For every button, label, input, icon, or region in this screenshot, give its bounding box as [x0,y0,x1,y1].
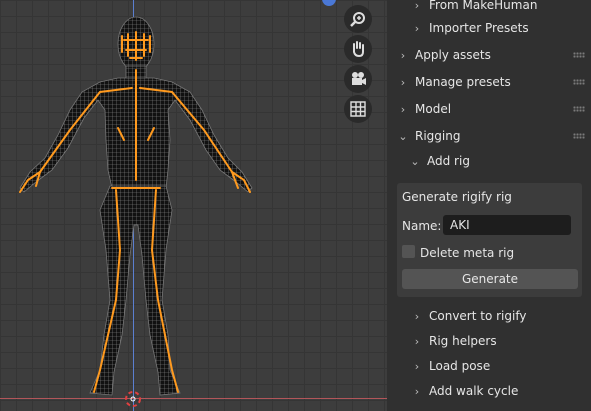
panel-item-rigging[interactable]: ⌄ Rigging [397,125,591,147]
panel-item-label: Load pose [429,359,491,373]
chevron-down-icon: ⌄ [398,129,408,143]
panel-item-label: Manage presets [415,75,511,89]
zoom-button[interactable] [344,5,372,33]
generate-rigify-title: Generate rigify rig [402,190,512,204]
sidebar-panel: › From MakeHuman › Importer Presets › Ap… [387,0,591,411]
chevron-right-icon: › [414,359,420,373]
grid-icon [350,101,366,117]
panel-item-label: Convert to rigify [429,309,527,323]
zoom-icon [350,12,365,27]
chevron-right-icon: › [400,48,406,62]
chevron-right-icon: › [400,75,406,89]
chevron-right-icon: › [414,384,420,398]
panel-item-label: Rig helpers [429,334,497,348]
drag-handle-icon[interactable] [573,106,585,112]
drag-handle-icon[interactable] [573,52,585,58]
hand-icon [353,41,364,58]
panel-item-label: Add rig [427,154,470,168]
3d-cursor-icon[interactable] [124,390,142,408]
pan-button[interactable] [344,35,372,63]
rig-name-input[interactable]: AKI [443,215,571,235]
panel-item-model[interactable]: › Model [397,98,591,120]
name-label: Name: [402,219,442,233]
panel-item-from-makehuman[interactable]: › From MakeHuman [411,0,538,16]
generate-button[interactable]: Generate [402,269,578,289]
chevron-right-icon: › [414,0,420,12]
drag-handle-icon[interactable] [573,133,585,139]
camera-icon [352,72,366,85]
panel-item-add-rig[interactable]: ⌄ Add rig [409,150,470,172]
human-model[interactable] [0,0,387,411]
panel-item-label: Apply assets [415,48,491,62]
chevron-right-icon: › [414,334,420,348]
delete-meta-rig-label: Delete meta rig [420,246,515,260]
panel-item-label: Importer Presets [429,21,529,35]
panel-item-rig-helpers[interactable]: › Rig helpers [411,330,497,352]
delete-meta-rig-checkbox[interactable] [402,245,415,258]
drag-handle-icon[interactable] [573,79,585,85]
3d-viewport[interactable] [0,0,387,411]
chevron-down-icon: ⌄ [410,154,420,168]
panel-item-manage-presets[interactable]: › Manage presets [397,71,591,93]
panel-item-label: Rigging [415,129,461,143]
panel-item-label: From MakeHuman [429,0,538,12]
panel-item-apply-assets[interactable]: › Apply assets [397,44,591,66]
panel-item-load-pose[interactable]: › Load pose [411,355,490,377]
panel-item-label: Add walk cycle [429,384,519,398]
panel-item-add-walk-cycle[interactable]: › Add walk cycle [411,380,519,402]
chevron-right-icon: › [400,102,406,116]
panel-item-label: Model [415,102,452,116]
chevron-right-icon: › [414,309,420,323]
chevron-right-icon: › [414,21,420,35]
panel-item-importer-presets[interactable]: › Importer Presets [411,17,529,39]
panel-item-convert-to-rigify[interactable]: › Convert to rigify [411,305,527,327]
add-rig-box: Generate rigify rig Name: AKI Delete met… [397,183,582,297]
ortho-grid-button[interactable] [344,95,372,123]
camera-view-button[interactable] [344,65,372,93]
